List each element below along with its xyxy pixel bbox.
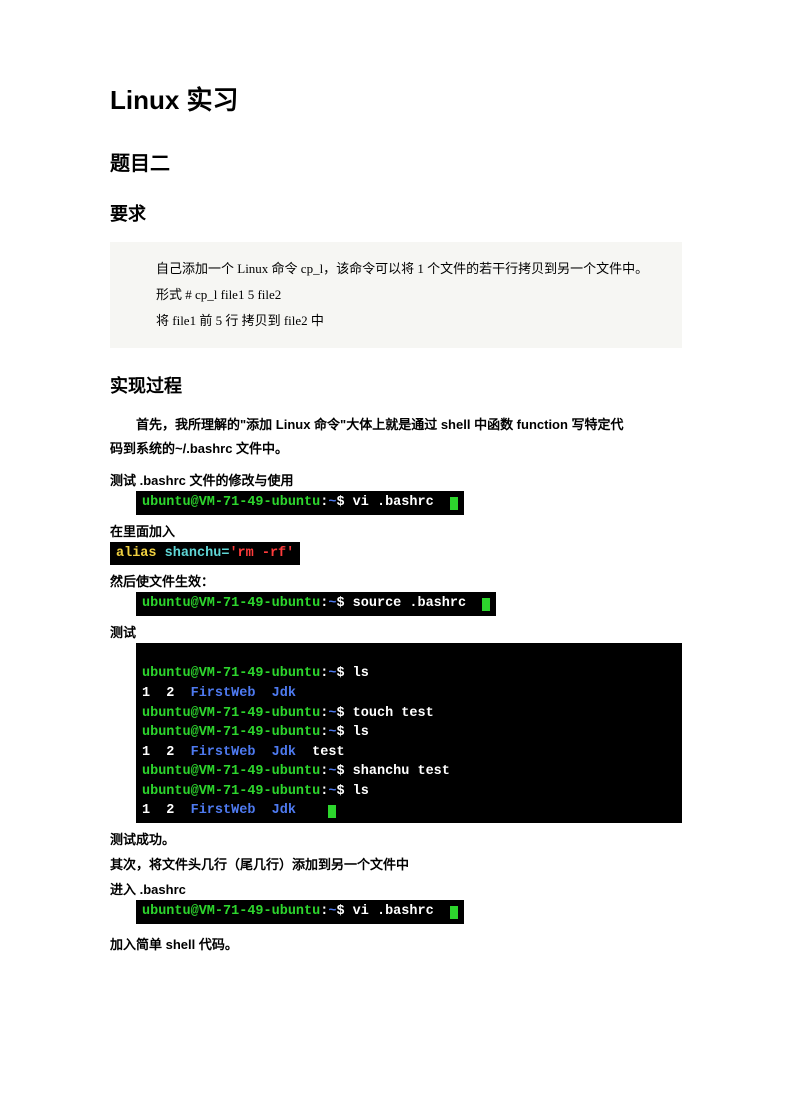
label-add-shell: 加入简单 shell 代码。 (110, 934, 682, 953)
label-add-in: 在里面加入 (110, 521, 682, 540)
terminal-vi-bashrc: ubuntu@VM-71-49-ubuntu:~$ vi .bashrc (136, 491, 682, 515)
requirement-box: 自己添加一个 Linux 命令 cp_l，该命令可以将 1 个文件的若干行拷贝到… (110, 242, 682, 348)
impl-intro-2: 码到系统的~/.bashrc 文件中。 (110, 438, 682, 460)
label-success: 测试成功。 (110, 829, 682, 848)
page-title: Linux 实习 (110, 80, 682, 117)
terminal-alias: alias shanchu='rm -rf' (110, 542, 682, 566)
terminal-source: ubuntu@VM-71-49-ubuntu:~$ source .bashrc (136, 592, 682, 616)
label-test-bashrc: 测试 .bashrc 文件的修改与使用 (110, 470, 682, 489)
req-line-1: 自己添加一个 Linux 命令 cp_l，该命令可以将 1 个文件的若干行拷贝到… (130, 256, 666, 282)
label-next-step: 其次，将文件头几行（尾几行）添加到另一个文件中 (110, 854, 682, 873)
req-line-3: 将 file1 前 5 行 拷贝到 file2 中 (130, 308, 666, 334)
heading-requirements: 要求 (110, 200, 682, 226)
terminal-vi-bashrc-2: ubuntu@VM-71-49-ubuntu:~$ vi .bashrc (136, 900, 682, 924)
label-test: 测试 (110, 622, 682, 641)
req-line-2: 形式 # cp_l file1 5 file2 (130, 282, 666, 308)
impl-intro-1: 首先，我所理解的"添加 Linux 命令"大体上就是通过 shell 中函数 f… (110, 414, 682, 436)
label-enter-bashrc: 进入 .bashrc (110, 879, 682, 898)
section-problem: 题目二 (110, 147, 682, 176)
terminal-test-block: ubuntu@VM-71-49-ubuntu:~$ ls 1 2 FirstWe… (136, 643, 682, 823)
label-make-effective: 然后使文件生效： (110, 571, 682, 590)
heading-implementation: 实现过程 (110, 372, 682, 398)
